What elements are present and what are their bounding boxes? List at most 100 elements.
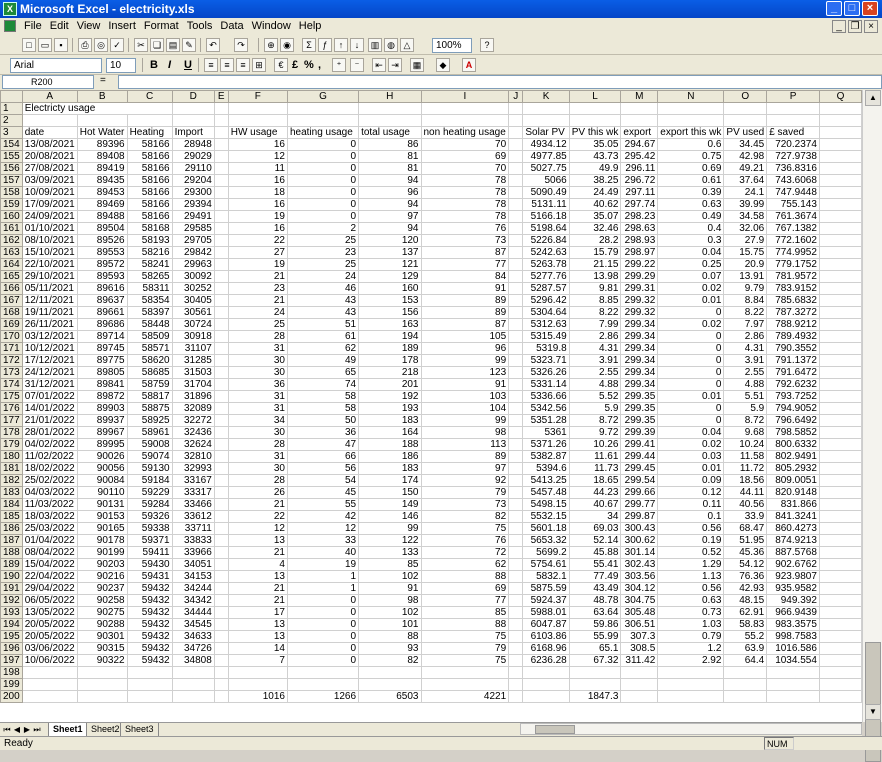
cell[interactable] (508, 618, 524, 631)
undo-icon[interactable]: ↶ (206, 38, 220, 52)
row-header[interactable]: 183 (0, 486, 23, 499)
cell[interactable]: 45.36 (723, 546, 768, 559)
cell[interactable]: 65 (286, 366, 360, 379)
cell[interactable] (420, 114, 510, 127)
cell[interactable]: 887.5768 (766, 546, 820, 559)
cell[interactable]: 58.83 (723, 618, 768, 631)
menu-window[interactable]: Window (248, 18, 295, 35)
cell[interactable]: 791.6472 (766, 366, 820, 379)
cell[interactable] (508, 690, 524, 703)
cell[interactable]: 299.35 (620, 402, 659, 415)
cell[interactable]: 6103.86 (522, 630, 570, 643)
cell[interactable]: 1 (286, 582, 360, 595)
cell[interactable] (508, 186, 524, 199)
row-header[interactable]: 197 (0, 654, 23, 667)
cell[interactable]: 89967 (76, 426, 128, 439)
cell[interactable] (818, 102, 862, 115)
cell[interactable]: 102 (358, 570, 422, 583)
cell[interactable]: 59074 (126, 450, 173, 463)
cell[interactable]: 43 (286, 306, 360, 319)
cell[interactable]: 33833 (171, 534, 215, 547)
cell[interactable]: 12 (227, 150, 288, 163)
cell[interactable]: 743.6068 (766, 174, 820, 187)
cell[interactable]: 791.1372 (766, 354, 820, 367)
cell[interactable]: 06/05/2022 (21, 594, 78, 607)
cell[interactable]: 59371 (126, 534, 173, 547)
cell[interactable]: 34153 (171, 570, 215, 583)
sort-ascending-icon[interactable]: ↑ (334, 38, 348, 52)
cell[interactable]: 89453 (76, 186, 128, 199)
cell[interactable]: 89 (420, 306, 510, 319)
bold-button[interactable]: B (150, 58, 158, 72)
cell[interactable]: 26/11/2021 (21, 318, 78, 331)
cell[interactable]: 94 (358, 222, 422, 235)
cell[interactable] (766, 690, 820, 703)
cell[interactable]: 55.99 (568, 630, 622, 643)
row-header[interactable]: 172 (0, 354, 23, 367)
cell[interactable]: 0.79 (657, 630, 725, 643)
cell[interactable]: 54.12 (723, 558, 768, 571)
row-header[interactable]: 177 (0, 414, 23, 427)
cell[interactable]: 18 (227, 186, 288, 199)
cell[interactable]: 31896 (171, 390, 215, 403)
column-header[interactable]: D (171, 90, 215, 103)
cell[interactable]: 11/03/2022 (21, 498, 78, 511)
worksheet-grid[interactable]: A B C D E F G H I J K L M N O P Q 1 Electricty usage 2 3 date… (0, 90, 862, 722)
cell[interactable]: 29300 (171, 186, 215, 199)
cell[interactable] (818, 678, 862, 691)
cell[interactable]: 767.1382 (766, 222, 820, 235)
cell[interactable]: 5413.25 (522, 474, 570, 487)
cell[interactable]: 37.64 (723, 174, 768, 187)
cell[interactable]: 49.9 (568, 162, 622, 175)
cell[interactable]: 85 (420, 606, 510, 619)
cell[interactable]: 0.01 (657, 462, 725, 475)
cell[interactable]: 19/11/2021 (21, 306, 78, 319)
cell[interactable]: 781.9572 (766, 270, 820, 283)
cell[interactable]: 22/10/2021 (21, 258, 78, 271)
cell[interactable]: 63.64 (568, 606, 622, 619)
cell[interactable] (227, 678, 288, 691)
cell[interactable] (21, 690, 78, 703)
cell[interactable]: 0.69 (657, 162, 725, 175)
cell[interactable] (508, 510, 524, 523)
cell[interactable]: 21 (227, 594, 288, 607)
cell[interactable]: 45 (286, 486, 360, 499)
cell[interactable]: 27 (227, 246, 288, 259)
cell[interactable]: 59229 (126, 486, 173, 499)
underline-button[interactable]: U (184, 58, 192, 72)
cell[interactable]: 59430 (126, 558, 173, 571)
cell[interactable]: 30 (227, 426, 288, 439)
cell[interactable]: 5277.76 (522, 270, 570, 283)
cell[interactable]: 0.63 (657, 594, 725, 607)
cell[interactable]: 28.2 (568, 234, 622, 247)
cell[interactable] (227, 666, 288, 679)
cell[interactable]: 49.21 (723, 162, 768, 175)
cell[interactable] (213, 486, 229, 499)
cell[interactable]: total usage (358, 126, 422, 139)
cell[interactable] (508, 450, 524, 463)
row-header[interactable]: 1 (0, 102, 23, 115)
column-header[interactable]: E (213, 90, 229, 103)
row-header[interactable]: 184 (0, 498, 23, 511)
cell[interactable]: 5336.66 (522, 390, 570, 403)
cell[interactable]: 189 (358, 342, 422, 355)
cell[interactable] (723, 666, 768, 679)
cell[interactable] (213, 222, 229, 235)
cell[interactable]: 14/01/2022 (21, 402, 78, 415)
cell[interactable]: 31/12/2021 (21, 378, 78, 391)
cell[interactable]: 26 (227, 486, 288, 499)
cell[interactable]: 295.42 (620, 150, 659, 163)
cell[interactable] (818, 462, 862, 475)
cell[interactable]: 34 (568, 510, 622, 523)
cell[interactable]: 29029 (171, 150, 215, 163)
cell[interactable] (508, 234, 524, 247)
cell[interactable] (508, 282, 524, 295)
cell[interactable] (818, 582, 862, 595)
cell[interactable]: 89637 (76, 294, 128, 307)
cell[interactable]: 0.01 (657, 390, 725, 403)
cell[interactable] (213, 450, 229, 463)
cell[interactable]: 22 (227, 510, 288, 523)
cell[interactable] (213, 666, 229, 679)
cell[interactable]: 30 (227, 366, 288, 379)
cell[interactable] (620, 678, 659, 691)
